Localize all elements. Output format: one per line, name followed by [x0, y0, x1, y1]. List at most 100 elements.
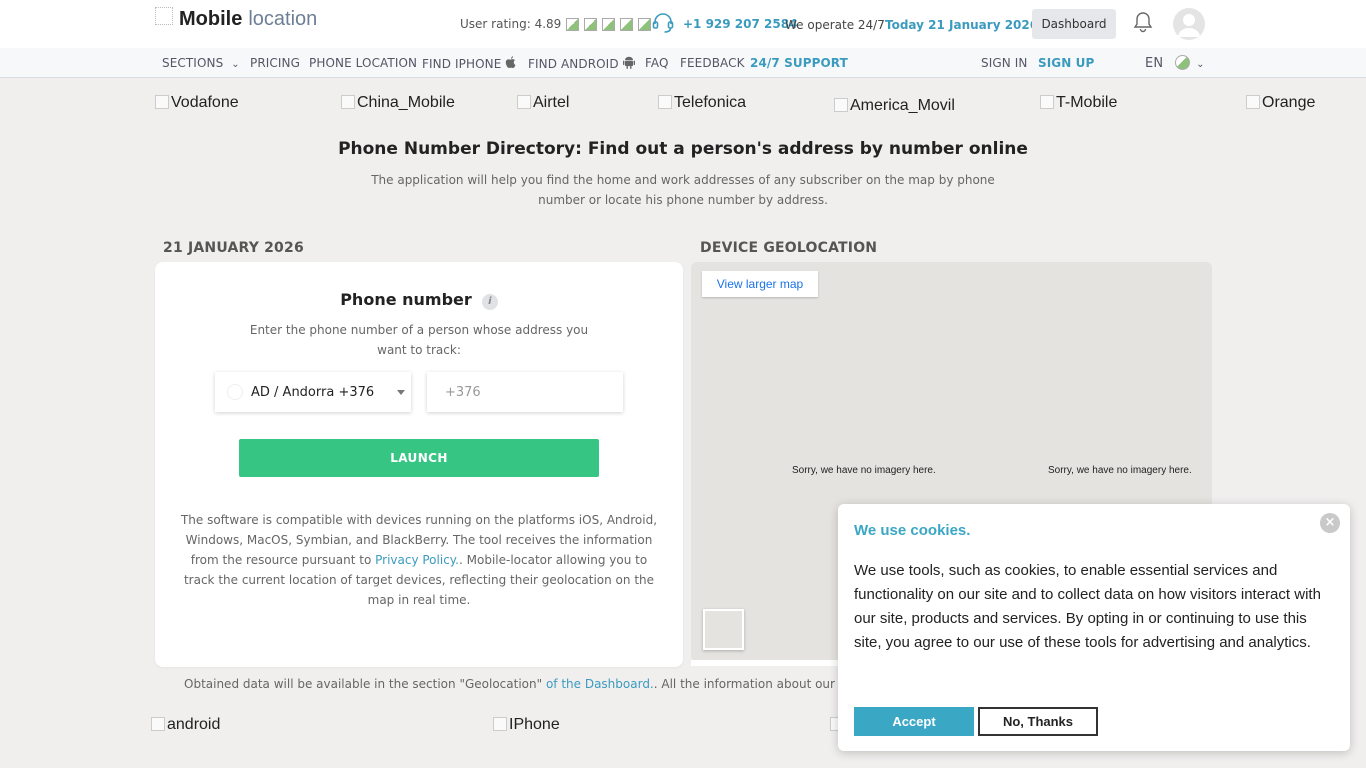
- phone-number-input[interactable]: [427, 372, 623, 412]
- operator-logo-telefonica: Telefonica: [658, 94, 746, 112]
- language-selector[interactable]: EN ⌄: [1145, 55, 1205, 71]
- logo-text-light: location: [248, 8, 318, 30]
- dashboard-note-text: . All the information about our cust: [653, 677, 854, 691]
- nav-sections[interactable]: SECTIONS ⌄: [162, 56, 240, 70]
- nav-pricing[interactable]: PRICING: [250, 56, 300, 70]
- broken-image-icon: [155, 95, 169, 109]
- dashboard-note: Obtained data will be available in the s…: [184, 677, 854, 691]
- user-rating: User rating: 4.89: [460, 17, 652, 31]
- operator-alt-text: America_Movil: [850, 97, 955, 114]
- broken-image-icon: [834, 98, 848, 112]
- accept-cookies-button[interactable]: Accept: [854, 707, 974, 736]
- info-icon[interactable]: i: [481, 294, 498, 310]
- star-icon: [638, 17, 652, 31]
- chevron-down-icon: ⌄: [231, 59, 240, 70]
- cookie-title: We use cookies.: [854, 522, 971, 539]
- cookie-consent-dialog: We use cookies. × We use tools, such as …: [838, 504, 1350, 751]
- dashboard-note-text: Obtained data will be available in the s…: [184, 677, 546, 691]
- form-title: Phone number i: [155, 290, 683, 310]
- operator-logo-vodafone: Vodafone: [155, 94, 239, 112]
- operator-logo-t-mobile: T-Mobile: [1040, 94, 1117, 112]
- broken-image-icon: [493, 717, 507, 731]
- nav-find-iphone-label: FIND IPHONE: [422, 57, 502, 71]
- dashboard-link[interactable]: of the Dashboard.: [546, 677, 654, 691]
- caret-down-icon: [397, 390, 405, 395]
- android-image: android: [151, 716, 220, 734]
- nav-find-android-label: FIND ANDROID: [528, 57, 619, 71]
- operator-alt-text: Vodafone: [171, 94, 239, 111]
- compatibility-text: The software is compatible with devices …: [179, 510, 659, 610]
- android-icon: [622, 56, 635, 69]
- site-logo[interactable]: Mobile location: [155, 6, 318, 31]
- operator-alt-text: T-Mobile: [1056, 94, 1118, 111]
- star-icon: [584, 17, 598, 31]
- cookie-text: We use tools, such as cookies, to enable…: [854, 562, 1321, 651]
- decline-cookies-button[interactable]: No, Thanks: [978, 707, 1098, 736]
- support-phone-link[interactable]: +1 929 207 2584: [683, 17, 797, 31]
- map-footer-strip: [691, 660, 841, 666]
- form-title-text: Phone number: [340, 290, 472, 309]
- operator-logo-china-mobile: China_Mobile: [341, 94, 455, 112]
- nav-sections-label: SECTIONS: [162, 56, 224, 70]
- phone-search-card: Phone number i Enter the phone number of …: [155, 262, 683, 667]
- nav-phone-location[interactable]: PHONE LOCATION: [309, 56, 417, 70]
- nav-feedback[interactable]: FEEDBACK: [680, 56, 745, 70]
- section-date-heading: 21 JANUARY 2026: [163, 240, 304, 256]
- view-larger-map-link[interactable]: View larger map: [702, 271, 818, 297]
- country-select[interactable]: AD / Andorra +376: [215, 372, 411, 412]
- today-date: Today 21 January 2026: [885, 18, 1039, 32]
- globe-icon: [1175, 55, 1191, 70]
- main-nav: SECTIONS ⌄ PRICING PHONE LOCATION FIND I…: [0, 48, 1366, 78]
- sign-up-link[interactable]: SIGN UP: [1038, 56, 1094, 70]
- operate-hours: We operate 24/7: [785, 18, 885, 32]
- operator-alt-text: China_Mobile: [357, 94, 455, 111]
- avatar[interactable]: [1173, 8, 1205, 40]
- bell-icon[interactable]: [1133, 11, 1153, 33]
- os-alt-text: IPhone: [509, 716, 560, 733]
- dashboard-button[interactable]: Dashboard: [1032, 9, 1116, 39]
- apple-icon: [506, 56, 516, 68]
- form-subtitle: Enter the phone number of a person whose…: [249, 323, 589, 357]
- top-header: Mobile location User rating: 4.89 +1 929…: [0, 0, 1366, 48]
- broken-image-icon: [341, 95, 355, 109]
- country-flag-icon: [227, 384, 243, 400]
- operator-logo-orange: Orange: [1246, 94, 1315, 112]
- star-icon: [602, 17, 616, 31]
- logo-image-icon: [155, 6, 173, 25]
- map-type-toggle[interactable]: [703, 609, 744, 650]
- operator-logo-america-movil: America_Movil: [834, 97, 955, 115]
- nav-find-iphone[interactable]: FIND IPHONE: [422, 56, 517, 71]
- rating-label: User rating: 4.89: [460, 17, 562, 31]
- language-label: EN: [1145, 56, 1164, 71]
- map-no-imagery-text: Sorry, we have no imagery here.: [792, 465, 936, 476]
- page-title: Phone Number Directory: Find out a perso…: [338, 139, 1028, 159]
- nav-find-android[interactable]: FIND ANDROID: [528, 56, 635, 71]
- page-subtitle: The application will help you find the h…: [371, 173, 995, 207]
- os-alt-text: android: [167, 716, 221, 733]
- logo-text-bold: Mobile: [179, 8, 243, 30]
- nav-faq[interactable]: FAQ: [645, 56, 669, 70]
- broken-image-icon: [658, 95, 672, 109]
- chevron-down-icon: ⌄: [1196, 59, 1205, 70]
- privacy-policy-link[interactable]: Privacy Policy.: [375, 553, 459, 567]
- sign-in-link[interactable]: SIGN IN: [981, 56, 1027, 70]
- broken-image-icon: [1246, 95, 1260, 109]
- star-icon: [620, 17, 634, 31]
- nav-support[interactable]: 24/7 SUPPORT: [750, 56, 848, 70]
- broken-image-icon: [517, 95, 531, 109]
- iphone-image: IPhone: [493, 716, 560, 734]
- launch-button[interactable]: LAUNCH: [239, 439, 599, 477]
- headset-icon: [652, 13, 674, 33]
- star-icon: [566, 17, 580, 31]
- broken-image-icon: [151, 717, 165, 731]
- section-geo-heading: DEVICE GEOLOCATION: [700, 240, 878, 256]
- country-select-value: AD / Andorra +376: [251, 384, 375, 400]
- broken-image-icon: [1040, 95, 1054, 109]
- operator-logo-airtel: Airtel: [517, 94, 569, 112]
- operator-alt-text: Orange: [1262, 94, 1316, 111]
- operator-alt-text: Telefonica: [674, 94, 747, 111]
- close-icon[interactable]: ×: [1320, 513, 1340, 533]
- user-avatar-icon: [1178, 14, 1200, 37]
- operator-alt-text: Airtel: [533, 94, 570, 111]
- map-no-imagery-text: Sorry, we have no imagery here.: [1048, 465, 1192, 476]
